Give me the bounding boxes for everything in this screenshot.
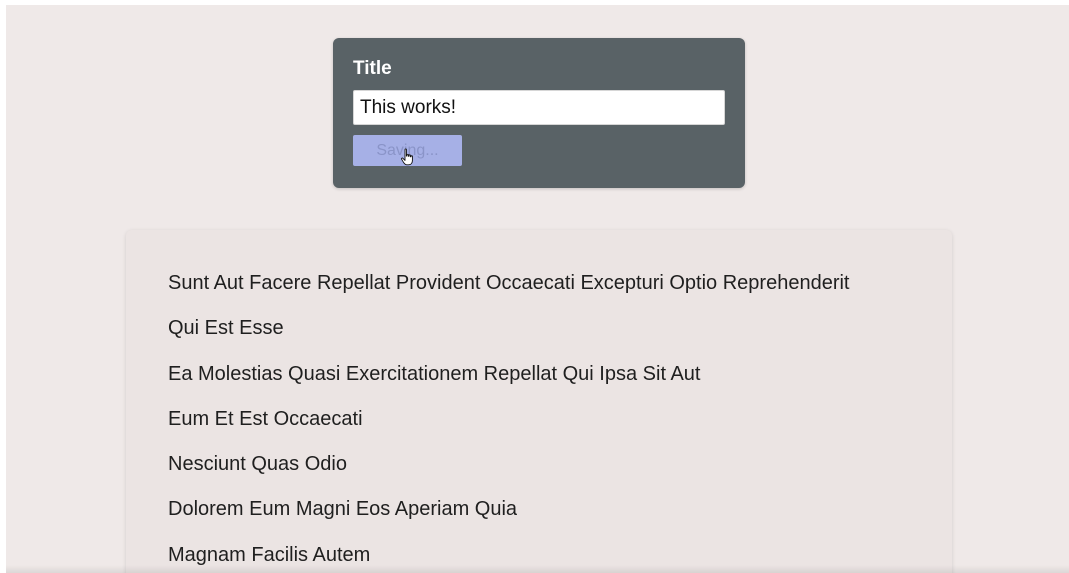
posts-card: Sunt Aut Facere Repellat Provident Occae… — [126, 230, 952, 573]
post-form: Title Saving... — [333, 38, 745, 188]
title-input[interactable] — [353, 90, 725, 125]
title-label: Title — [353, 58, 392, 79]
post-list-item[interactable]: Dolorem Eum Magni Eos Aperiam Quia — [168, 497, 849, 542]
post-list-item[interactable]: Ea Molestias Quasi Exercitationem Repell… — [168, 362, 849, 407]
posts-list: Sunt Aut Facere Repellat Provident Occae… — [168, 271, 849, 573]
post-list-item[interactable]: Nesciunt Quas Odio — [168, 452, 849, 497]
post-list-item[interactable]: Sunt Aut Facere Repellat Provident Occae… — [168, 271, 849, 316]
hand-pointer-icon — [401, 148, 413, 166]
page-viewport: Title Saving... Sunt Aut Facere Repellat… — [6, 5, 1069, 573]
bottom-shadow — [6, 565, 1069, 573]
post-list-item[interactable]: Eum Et Est Occaecati — [168, 407, 849, 452]
post-list-item[interactable]: Qui Est Esse — [168, 316, 849, 361]
